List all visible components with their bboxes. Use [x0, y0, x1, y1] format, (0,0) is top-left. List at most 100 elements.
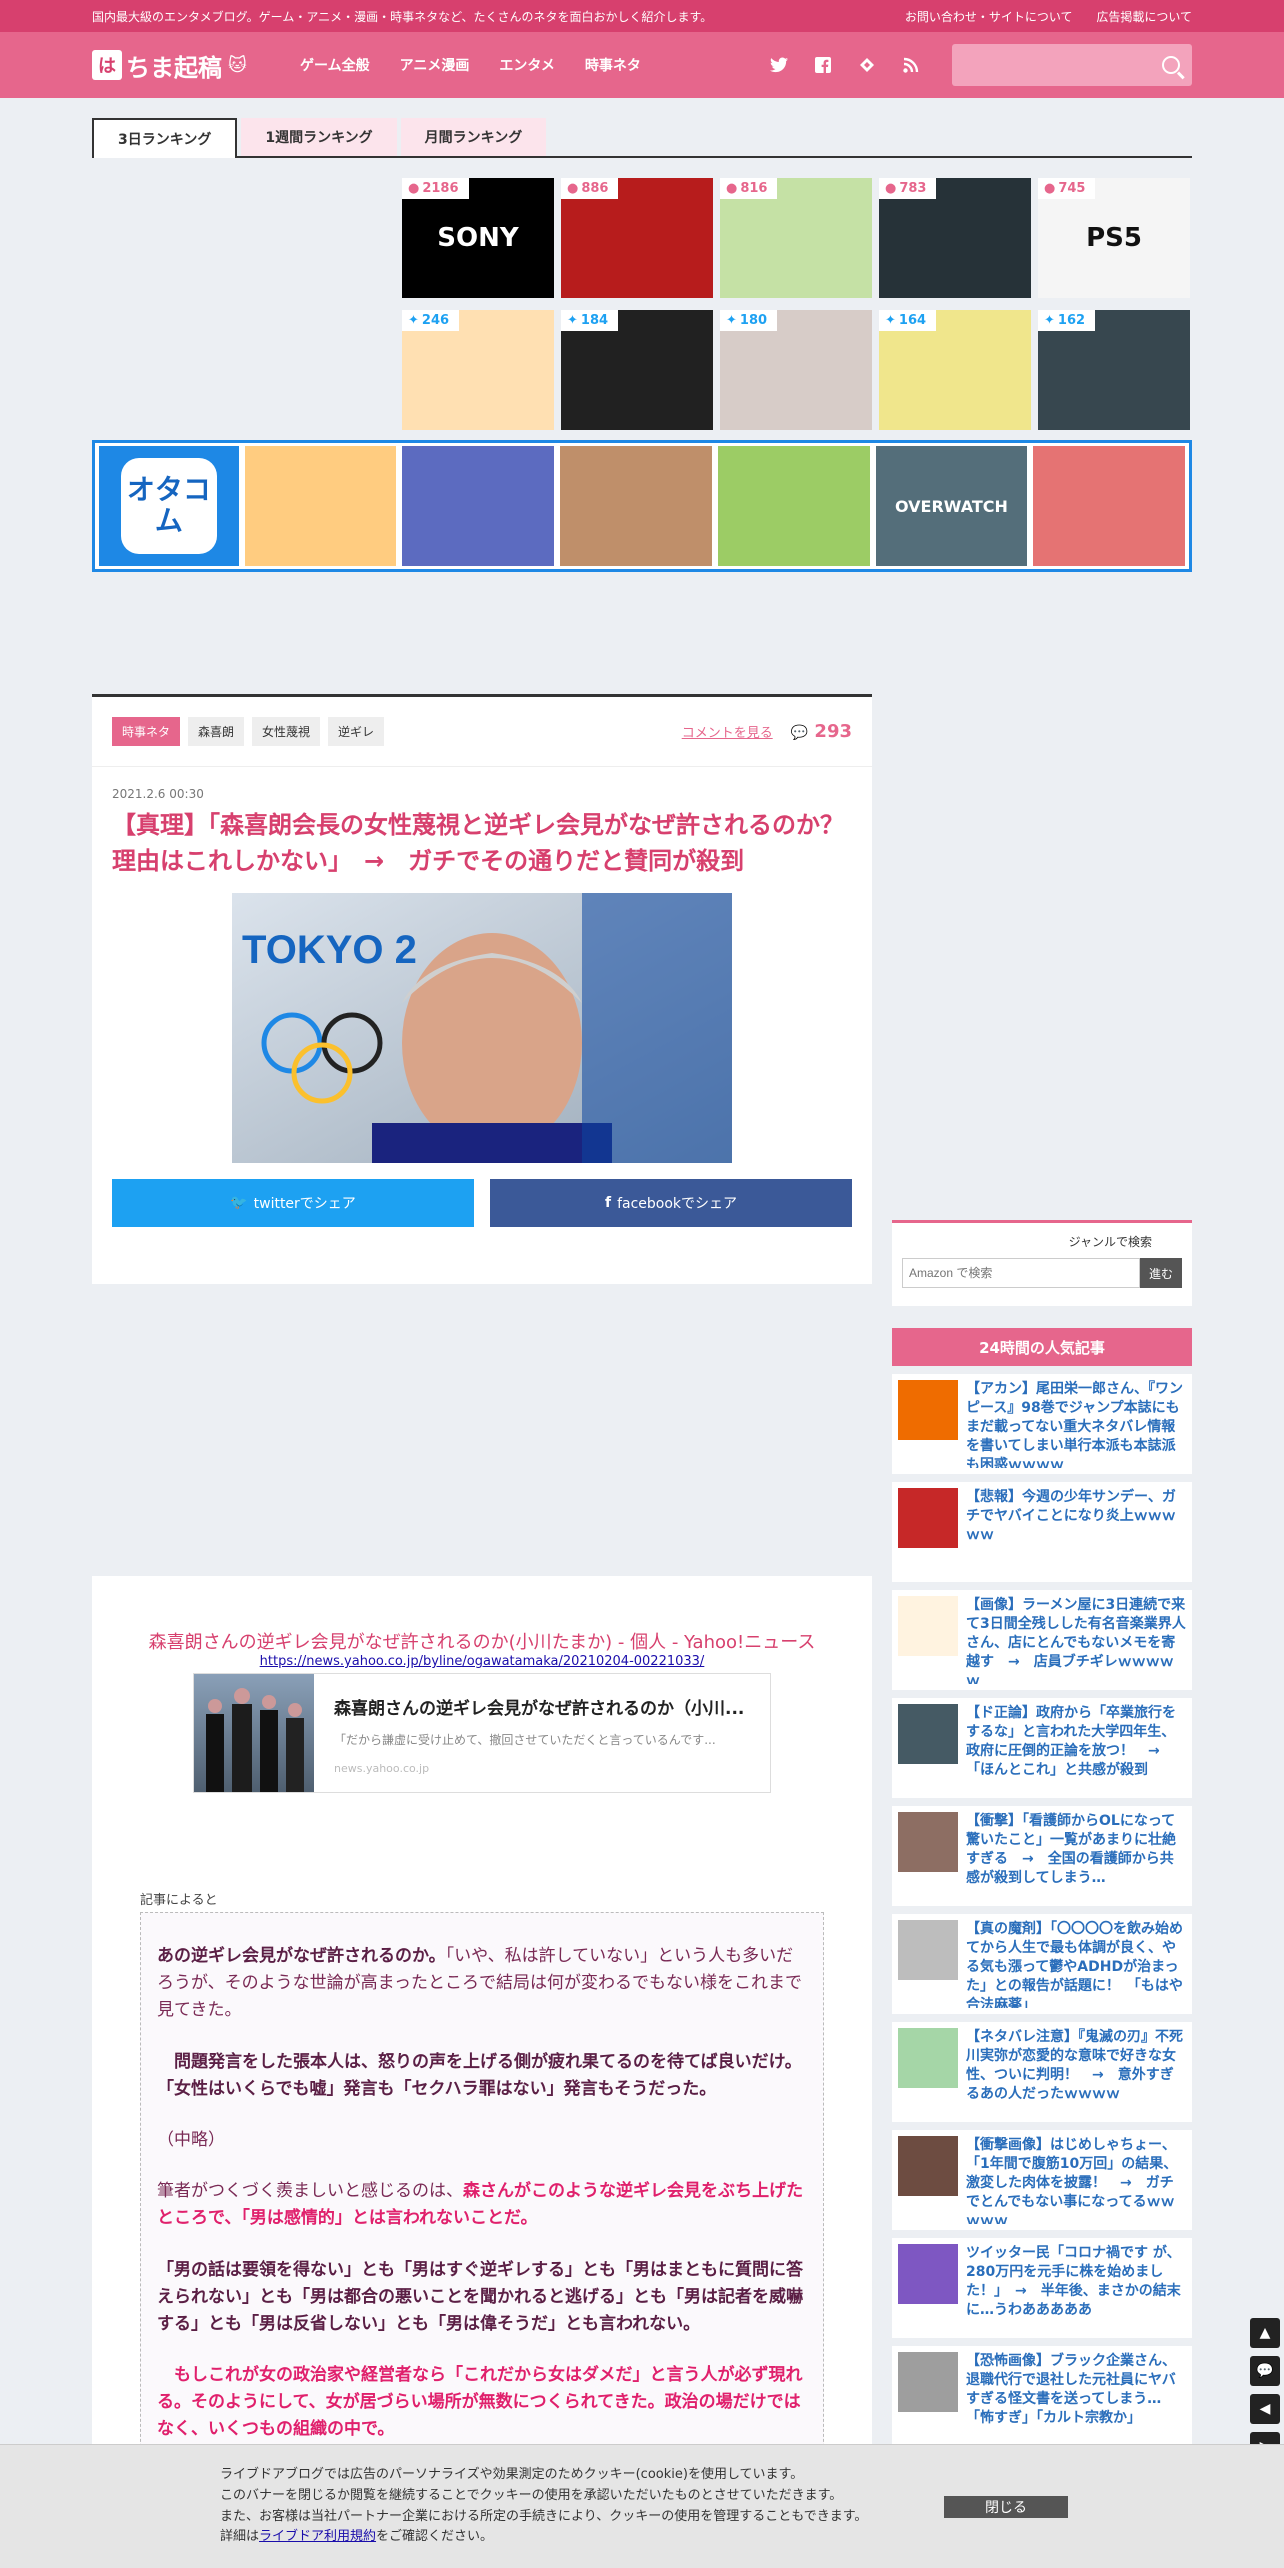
rss-icon[interactable] [900, 54, 922, 76]
amazon-search-input[interactable] [902, 1258, 1140, 1288]
ranking-item[interactable]: ● 816 [720, 178, 872, 298]
site-header: は ちま起稿 🐱 ゲーム全般 アニメ漫画 エンタメ 時事ネタ [0, 32, 1284, 98]
article-body: 森喜朗さんの逆ギレ会見がなぜ許されるのか(小川たまか) - 個人 - Yahoo… [92, 1576, 872, 2476]
comments-link[interactable]: コメントを見る [682, 722, 773, 741]
cookie-close-button[interactable]: 閉じる [944, 2495, 1068, 2518]
otacom-logo[interactable]: オタコム [99, 446, 239, 566]
ranking-item[interactable]: ✦ 246 [402, 310, 554, 430]
comment-count[interactable]: 💬 293 [791, 721, 852, 742]
popular-item[interactable]: 【アカン】尾田栄一郎さん、『ワンピース』98巻でジャンプ本誌にもまだ載ってない重… [892, 1374, 1192, 1474]
tag-news[interactable]: 時事ネタ [112, 717, 181, 746]
popular-title: 【アカン】尾田栄一郎さん、『ワンピース』98巻でジャンプ本誌にもまだ載ってない重… [966, 1381, 1183, 1468]
terms-link[interactable]: ライブドア利用規約 [259, 2529, 376, 2544]
according-label: 記事によると [140, 1893, 218, 1908]
tag-rage[interactable]: 逆ギレ [328, 717, 385, 746]
popular-thumb [898, 2028, 958, 2088]
comment-bubble-icon: 💬 [790, 725, 809, 741]
scroll-top-icon[interactable]: ▲ [1250, 2318, 1280, 2348]
comment-count-value: 293 [814, 721, 852, 742]
tab-1week[interactable]: 1週間ランキング [241, 118, 397, 156]
facebook-share-icon: f [604, 1195, 612, 1211]
ranking-grid: SONY ● 2186 ● 886 ● 816 ● 783 PS5 ● 745 ✦ 246 ✦ 184 ✦ 18… [402, 178, 1192, 442]
popular-item[interactable]: 【悲報】今週の少年サンデー、ガチでヤバイことになり炎上ｗｗｗｗｗ [892, 1482, 1192, 1582]
popular-thumb [898, 2352, 958, 2412]
search-icon[interactable] [1162, 56, 1180, 74]
otacom-thumb-label [560, 446, 712, 566]
popular-item[interactable]: 【衝撃】「看護師からOLになって驚いたこと」一覧があまりに壮絶すぎる → 全国の… [892, 1806, 1192, 1906]
article-card: 時事ネタ 森喜朗 女性蔑視 逆ギレ コメントを見る 💬 293 2021.2.6… [92, 694, 872, 1284]
share-buttons: 🐦 twitterでシェア f facebookでシェア [92, 1163, 872, 1243]
link-card[interactable]: 森喜朗さんの逆ギレ会見がなぜ許されるのか（小川... 「だから謙虚に受け止めて、… [193, 1673, 771, 1793]
popular-item[interactable]: 【真の魔剤】「〇〇〇〇を飲み始めてから人生で最も体調が良く、やる気も漲って鬱やA… [892, 1914, 1192, 2014]
twitter-icon[interactable] [768, 54, 790, 76]
feedly-icon[interactable] [856, 54, 878, 76]
popular-item[interactable]: 【衝撃画像】はじめしゃちょー、「1年間で腹筋10万回」の結果、激変した肉体を披露… [892, 2130, 1192, 2230]
article-hero-image: TOKYO 2 [232, 893, 732, 1163]
share-facebook-button[interactable]: f facebookでシェア [490, 1179, 852, 1227]
ranking-item[interactable]: ● 783 [879, 178, 1031, 298]
prev-article-icon[interactable]: ◀ [1250, 2394, 1280, 2424]
nav-entame[interactable]: エンタメ [499, 55, 555, 75]
otacom-thumb[interactable] [1033, 446, 1186, 566]
comment-bubble-icon: ● [1044, 181, 1056, 196]
popular-title: 【ド正論】政府から「卒業旅行をするな」と言われた大学四年生、政府に圧倒的正論を放… [966, 1705, 1176, 1778]
tab-3day[interactable]: 3日ランキング [92, 118, 238, 158]
tab-month[interactable]: 月間ランキング [400, 118, 547, 156]
comment-jump-icon[interactable]: 💬 [1250, 2356, 1280, 2386]
facebook-icon[interactable] [812, 54, 834, 76]
cookie-line-4: 詳細はライブドア利用規約をご確認ください。 [220, 2527, 940, 2548]
cookie-line-1: ライブドアブログでは広告のパーソナライズや効果測定のためクッキー(cookie)… [220, 2466, 804, 2482]
source-url[interactable]: https://news.yahoo.co.jp/byline/ogawatam… [92, 1654, 872, 1669]
share-twitter-button[interactable]: 🐦 twitterでシェア [112, 1179, 474, 1227]
ads-link[interactable]: 広告掲載について [1096, 10, 1192, 24]
tag-mori[interactable]: 森喜朗 [188, 717, 245, 746]
popular-title: 【衝撃画像】はじめしゃちょー、「1年間で腹筋10万回」の結果、激変した肉体を披露… [966, 2137, 1178, 2224]
hero-photo: TOKYO 2 [232, 893, 732, 1163]
tag-misogyny[interactable]: 女性蔑視 [252, 717, 321, 746]
popular-item[interactable]: 【ド正論】政府から「卒業旅行をするな」と言われた大学四年生、政府に圧倒的正論を放… [892, 1698, 1192, 1798]
source-title[interactable]: 森喜朗さんの逆ギレ会見がなぜ許されるのか(小川たまか) - 個人 - Yahoo… [92, 1628, 872, 1654]
tweet-count-badge: ✦ 246 [402, 310, 460, 331]
ranking-item[interactable]: ✦ 184 [561, 310, 713, 430]
popular-item[interactable]: 【画像】ラーメン屋に3日連続で来て3日間全残しした有名音楽業界人さん、店にとんで… [892, 1590, 1192, 1690]
otacom-thumb[interactable] [244, 446, 397, 566]
ranking-item[interactable]: ✦ 180 [720, 310, 872, 430]
popular-item[interactable]: 【ネタバレ注意】『鬼滅の刃』不死川実弥が恋愛的な意味で好きな女性、ついに判明！ … [892, 2022, 1192, 2122]
otacom-thumb[interactable] [717, 446, 870, 566]
otacom-banner[interactable]: オタコム OVERWATCH [92, 440, 1192, 572]
tweet-count-badge: ✦ 162 [1038, 310, 1096, 331]
twitter-share-icon: 🐦 [230, 1195, 248, 1211]
comment-bubble-icon: ● [885, 181, 897, 196]
popular-item[interactable]: ツイッター民「コロナ禍です が、280万円を元手に株を始めました！」 → 半年後… [892, 2238, 1192, 2338]
ranking-item[interactable]: ✦ 164 [879, 310, 1031, 430]
ranking-item[interactable]: PS5 ● 745 [1038, 178, 1190, 298]
contact-link[interactable]: お問い合わせ・サイトについて [905, 10, 1073, 24]
ranking-item[interactable]: SONY ● 2186 [402, 178, 554, 298]
count-value: 886 [581, 181, 609, 196]
otacom-thumb[interactable]: OVERWATCH [875, 446, 1028, 566]
site-logo[interactable]: は ちま起稿 🐱 [92, 48, 300, 83]
otacom-thumb[interactable] [402, 446, 555, 566]
nav-anime-manga[interactable]: アニメ漫画 [400, 55, 470, 75]
cookie-banner: ライブドアブログでは広告のパーソナライズや効果測定のためクッキー(cookie)… [0, 2444, 1284, 2568]
ranking-item[interactable]: ● 886 [561, 178, 713, 298]
nav-news[interactable]: 時事ネタ [585, 55, 641, 75]
count-value: 745 [1058, 181, 1086, 196]
ranking-item[interactable]: ✦ 162 [1038, 310, 1190, 430]
popular-thumb [898, 2136, 958, 2196]
ranking-row-tweets: ✦ 246 ✦ 184 ✦ 180 ✦ 164 ✦ 162 [402, 310, 1192, 430]
twitter-icon: ✦ [885, 313, 896, 328]
otacom-thumb-label [402, 446, 554, 566]
popular-title: 【ネタバレ注意】『鬼滅の刃』不死川実弥が恋愛的な意味で好きな女性、ついに判明！ … [966, 2029, 1183, 2102]
amazon-search-button[interactable]: 進む [1140, 1258, 1182, 1288]
quote-paragraph-3: （中略） [157, 2129, 225, 2150]
otacom-logo-text: オタコム [120, 458, 217, 554]
nav-games[interactable]: ゲーム全般 [300, 55, 370, 75]
popular-title: 【恐怖画像】ブラック企業さん、退職代行で退社した元社員にヤバすぎる怪文書を送って… [966, 2353, 1176, 2426]
floating-buttons: ▲ 💬 ◀ ▶ [1250, 2318, 1280, 2462]
cookie-line-4-pre: 詳細は [220, 2529, 260, 2545]
otacom-thumb[interactable] [560, 446, 712, 566]
popular-item[interactable]: 【恐怖画像】ブラック企業さん、退職代行で退社した元社員にヤバすぎる怪文書を送って… [892, 2346, 1192, 2446]
header-search-input[interactable] [952, 44, 1162, 86]
popular-title: 【画像】ラーメン屋に3日連続で来て3日間全残しした有名音楽業界人さん、店にとんで… [966, 1597, 1186, 1684]
